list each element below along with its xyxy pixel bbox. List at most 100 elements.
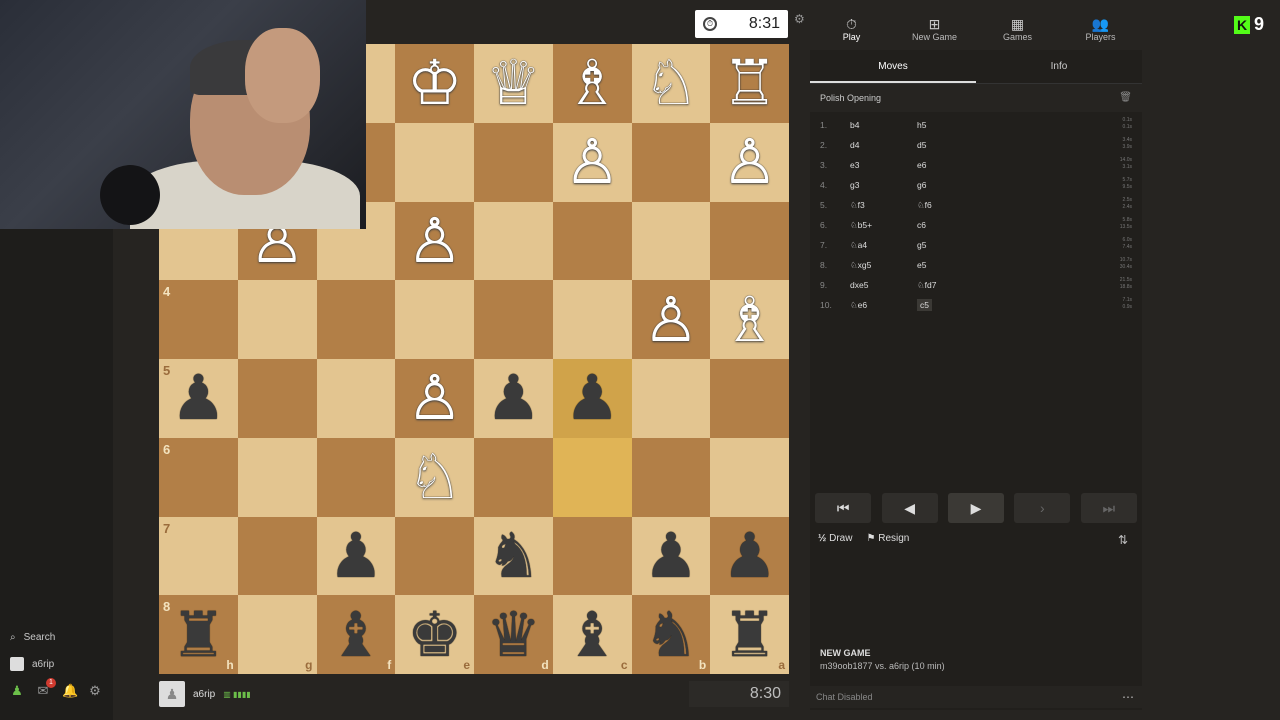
board-settings-icon[interactable]: ⚙ [794, 12, 805, 26]
square-c5[interactable]: ♟ [552, 359, 632, 438]
square-a8[interactable]: ♜ a [710, 595, 789, 674]
black-move[interactable]: ♘f6 [917, 200, 977, 211]
gear-icon[interactable]: ⚙ [88, 684, 102, 698]
square-d5[interactable]: ♟ [474, 359, 553, 438]
chess-piece[interactable]: ♖ [722, 52, 778, 114]
chess-piece[interactable]: ♛ [486, 603, 542, 666]
square-g4[interactable] [237, 280, 317, 359]
player-avatar[interactable]: ♟ [159, 681, 185, 707]
square-h7[interactable]: 7 [159, 516, 238, 596]
chess-piece[interactable]: ♘ [407, 446, 463, 508]
first-move-button[interactable]: ⏮ [815, 493, 872, 523]
square-c4[interactable] [552, 280, 632, 359]
chess-piece[interactable]: ♙ [407, 367, 463, 429]
white-move[interactable]: e3 [850, 160, 917, 170]
chess-piece[interactable]: ♙ [643, 288, 699, 351]
square-a1[interactable]: ♖ [710, 44, 789, 123]
square-h8[interactable]: ♜ 8 h [159, 595, 238, 674]
square-a6[interactable] [710, 437, 789, 517]
chess-piece[interactable]: ♟ [486, 367, 542, 429]
chess-piece[interactable]: ♜ [171, 603, 227, 666]
square-d4[interactable] [474, 280, 553, 359]
nav-play[interactable]: ⏱ Play [810, 10, 893, 50]
square-f6[interactable] [316, 437, 396, 517]
square-b2[interactable] [631, 122, 711, 202]
chess-piece[interactable]: ♟ [171, 367, 227, 429]
bell-icon[interactable]: 🔔 [62, 684, 78, 698]
previous-move-button[interactable]: ◀ [881, 493, 938, 523]
square-c2[interactable]: ♙ [552, 122, 632, 202]
square-g6[interactable] [237, 437, 317, 517]
square-e6[interactable]: ♘ [395, 437, 474, 517]
square-c8[interactable]: ♝ c [552, 595, 632, 674]
square-b5[interactable] [631, 359, 711, 438]
chess-piece[interactable]: ♟ [643, 524, 699, 587]
white-move[interactable]: ♘a4 [850, 240, 917, 251]
chess-piece[interactable]: ♟ [328, 524, 384, 587]
chess-piece[interactable]: ♘ [643, 52, 699, 114]
sidebar-search[interactable]: ⌕ Search [10, 632, 55, 643]
white-move[interactable]: ♘xg5 [850, 260, 917, 271]
square-b7[interactable]: ♟ [631, 516, 711, 596]
white-move[interactable]: ♘f3 [850, 200, 917, 211]
square-d1[interactable]: ♕ [474, 44, 553, 123]
chess-piece[interactable]: ♝ [564, 603, 620, 666]
square-e7[interactable] [395, 516, 474, 596]
square-c7[interactable] [552, 516, 632, 596]
chess-piece[interactable]: ♞ [643, 603, 699, 666]
square-a3[interactable] [710, 201, 789, 281]
chess-piece[interactable]: ♚ [407, 603, 463, 666]
resign-button[interactable]: ⚑ Resign [866, 533, 909, 544]
black-move[interactable]: g5 [917, 240, 977, 250]
square-a5[interactable] [710, 359, 789, 438]
chess-piece[interactable]: ♗ [564, 52, 620, 114]
black-move[interactable]: d5 [917, 140, 977, 150]
chess-piece[interactable]: ♞ [486, 524, 542, 587]
chess-piece[interactable]: ♕ [486, 52, 542, 114]
draw-button[interactable]: ½ Draw [818, 533, 852, 544]
square-a2[interactable]: ♙ [710, 122, 789, 202]
chess-piece[interactable]: ♙ [407, 209, 463, 272]
last-move-button[interactable]: ⏭ [1080, 493, 1137, 523]
white-move[interactable]: g3 [850, 180, 917, 190]
square-c6[interactable] [552, 437, 632, 517]
white-move[interactable]: d4 [850, 140, 917, 150]
chess-piece[interactable]: ♙ [564, 131, 620, 193]
chess-piece[interactable]: ♙ [722, 131, 778, 193]
square-c1[interactable]: ♗ [552, 44, 632, 123]
square-e3[interactable]: ♙ [395, 201, 474, 281]
black-move[interactable]: h5 [917, 120, 977, 130]
square-h6[interactable]: 6 [159, 437, 238, 517]
chess-piece[interactable]: ♟ [564, 367, 620, 429]
square-g8[interactable]: g [237, 595, 317, 674]
nav-games[interactable]: ▦ Games [976, 10, 1059, 50]
square-b8[interactable]: ♞ b [631, 595, 711, 674]
square-e2[interactable] [395, 122, 474, 202]
square-f4[interactable] [316, 280, 396, 359]
square-h5[interactable]: ♟ 5 [159, 359, 238, 438]
white-move[interactable]: b4 [850, 120, 917, 130]
white-move[interactable]: dxe5 [850, 280, 917, 290]
square-e1[interactable]: ♔ [395, 44, 474, 123]
square-f8[interactable]: ♝ f [316, 595, 396, 674]
square-d7[interactable]: ♞ [474, 516, 553, 596]
white-move[interactable]: ♘b5+ [850, 220, 917, 231]
forward-button[interactable]: › [1014, 493, 1071, 523]
white-move[interactable]: ♘e6 [850, 300, 917, 311]
chess-piece[interactable]: ♜ [722, 603, 778, 666]
square-b1[interactable]: ♘ [631, 44, 711, 123]
nav-new-game[interactable]: ⊞ New Game [893, 10, 976, 50]
tab-info[interactable]: Info [976, 50, 1142, 83]
square-d8[interactable]: ♛ d [474, 595, 553, 674]
mail-icon[interactable]: ✉ 1 [36, 678, 56, 698]
square-e4[interactable] [395, 280, 474, 359]
black-move[interactable]: g6 [917, 180, 977, 190]
square-b4[interactable]: ♙ [631, 280, 711, 359]
black-move[interactable]: e6 [917, 160, 977, 170]
black-move[interactable]: ♘fd7 [917, 280, 977, 291]
square-f7[interactable]: ♟ [316, 516, 396, 596]
black-move[interactable]: e5 [917, 260, 977, 270]
square-d6[interactable] [474, 437, 553, 517]
square-b6[interactable] [631, 437, 711, 517]
nav-players[interactable]: 👥 Players [1059, 10, 1142, 50]
